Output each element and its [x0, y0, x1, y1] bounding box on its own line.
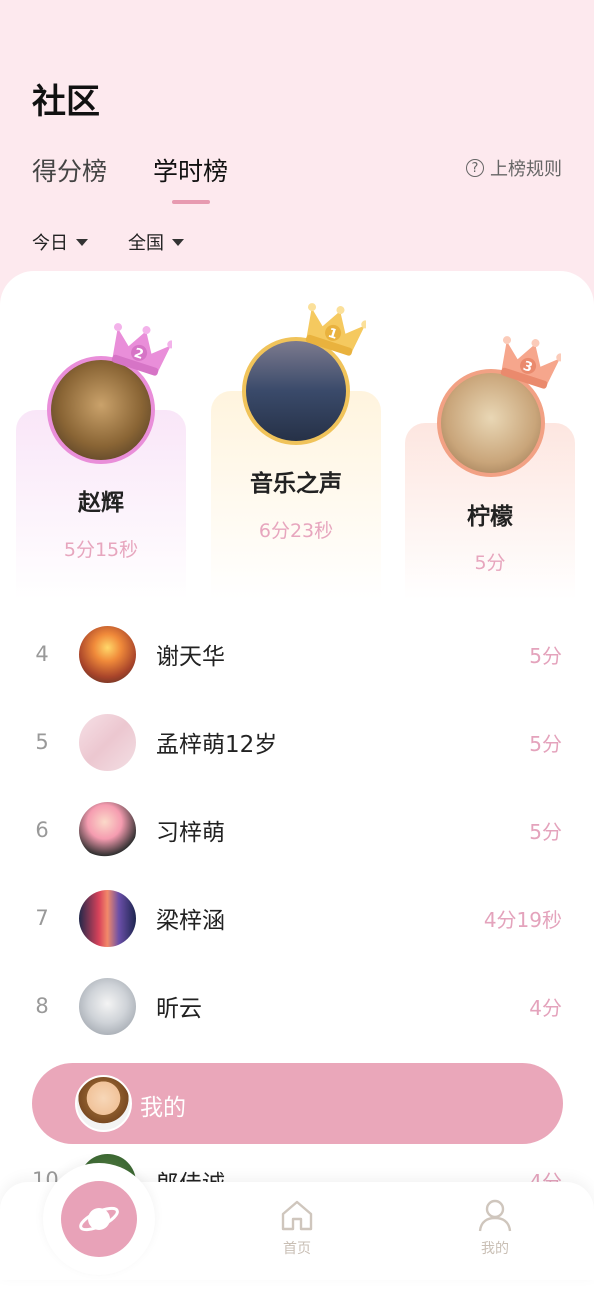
list-item[interactable]: 7 梁梓涵 4分19秒 [0, 888, 594, 948]
podium-name-rank-3: 柠檬 [467, 504, 513, 530]
list-item[interactable]: 5 孟梓萌12岁 5分 [0, 712, 594, 772]
rank-number: 8 [35, 994, 49, 1018]
caret-down-icon [76, 238, 88, 246]
rank-number: 6 [35, 818, 49, 842]
region-filter-label: 全国 [128, 233, 164, 254]
filter-bar: 今日 全国 [32, 229, 184, 255]
podium-name-rank-2: 赵辉 [78, 490, 124, 516]
my-rank-bar[interactable]: 我的 [32, 1063, 563, 1144]
user-name: 谢天华 [156, 644, 225, 670]
podium-time-rank-3: 5分 [474, 552, 506, 574]
planet-icon [79, 1206, 119, 1232]
study-time: 4分 [529, 995, 562, 1020]
page-title: 社区 [32, 82, 100, 122]
community-planet-button[interactable] [61, 1181, 137, 1257]
crown-silver-icon: 2 [111, 323, 172, 376]
avatar[interactable] [79, 713, 136, 771]
tab-me[interactable]: 我的 [455, 1198, 535, 1258]
avatar[interactable] [79, 977, 136, 1035]
study-time: 5分 [529, 819, 562, 844]
crown-gold-icon: 1 [305, 303, 366, 356]
user-name: 梁梓涵 [156, 908, 225, 934]
avatar[interactable] [79, 801, 136, 859]
period-filter-label: 今日 [32, 233, 68, 254]
caret-down-icon [172, 238, 184, 246]
user-name: 昕云 [156, 996, 202, 1022]
tab-home[interactable]: 首页 [257, 1198, 337, 1258]
region-filter-dropdown[interactable]: 全国 [128, 229, 184, 255]
ranking-tabs: 得分榜 学时榜 [32, 152, 228, 188]
tab-score-ranking[interactable]: 得分榜 [32, 152, 107, 188]
study-time: 5分 [529, 643, 562, 668]
user-icon [478, 1199, 512, 1232]
avatar[interactable] [79, 625, 136, 683]
study-time: 5分 [529, 731, 562, 756]
tab-study-time-ranking[interactable]: 学时榜 [153, 152, 228, 188]
study-time: 4分19秒 [483, 907, 562, 932]
avatar[interactable] [79, 889, 136, 947]
my-avatar [75, 1075, 132, 1132]
home-icon [281, 1200, 313, 1231]
ranking-rules-label: 上榜规则 [490, 159, 562, 180]
list-item[interactable]: 4 谢天华 5分 [0, 624, 594, 684]
podium-time-rank-1: 6分23秒 [258, 520, 334, 542]
crown-bronze-icon: 3 [500, 336, 561, 389]
tab-home-label: 首页 [283, 1241, 311, 1257]
ranking-rules-button[interactable]: ? 上榜规则 [466, 155, 562, 181]
podium-name-rank-1: 音乐之声 [250, 471, 342, 497]
my-rank-label: 我的 [140, 1095, 186, 1121]
tab-me-label: 我的 [481, 1241, 509, 1257]
podium-time-rank-2: 5分15秒 [63, 539, 139, 561]
help-icon: ? [466, 159, 484, 177]
list-item[interactable]: 8 昕云 4分 [0, 976, 594, 1036]
rank-number: 4 [35, 642, 49, 666]
rank-number: 7 [35, 906, 49, 930]
list-item[interactable]: 6 习梓萌 5分 [0, 800, 594, 860]
period-filter-dropdown[interactable]: 今日 [32, 229, 88, 255]
rank-number: 5 [35, 730, 49, 754]
user-name: 习梓萌 [156, 820, 225, 846]
user-name: 孟梓萌12岁 [156, 732, 278, 758]
